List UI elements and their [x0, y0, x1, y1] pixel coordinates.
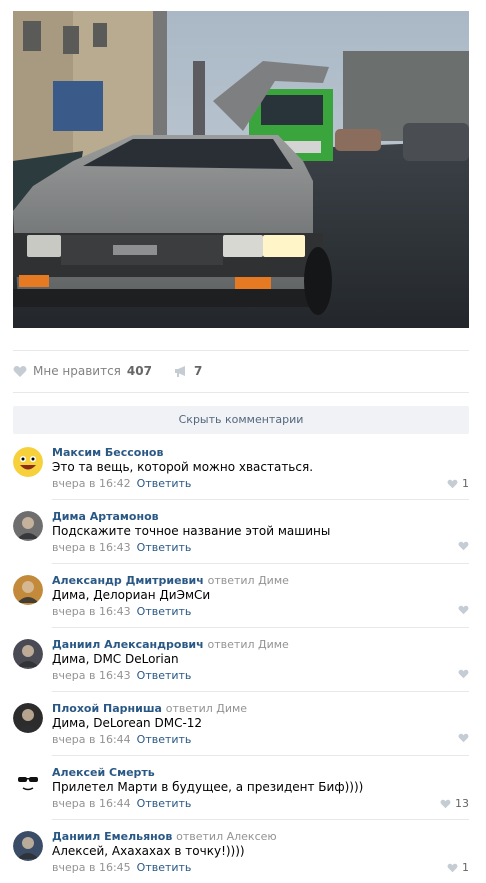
comment-item: Дима Артамонов Подскажите точное название… [13, 499, 469, 563]
comment-meta: вчера в 16:43 Ответить [52, 669, 191, 682]
comment-text: Прилетел Марти в будущее, а президент Би… [52, 780, 364, 794]
comment-meta: вчера в 16:44 Ответить [52, 797, 191, 810]
comment-time[interactable]: вчера в 16:45 [52, 861, 131, 874]
comment-item: Даниил Александрович ответил Диме Дима, D… [13, 627, 469, 691]
comment-text: Дима, Делориан ДиЭмСи [52, 588, 211, 602]
author-name[interactable]: Даниил Александрович [52, 638, 204, 651]
comment-time[interactable]: вчера в 16:42 [52, 477, 131, 490]
comment-author[interactable]: Даниил Александрович ответил Диме [52, 638, 289, 651]
post-photo[interactable] [13, 11, 469, 328]
comment-time[interactable]: вчера в 16:43 [52, 669, 131, 682]
comment-text: Дима, DeLorean DMC-12 [52, 716, 203, 730]
comment-like-button[interactable] [458, 541, 469, 551]
comment-item: Даниил Емельянов ответил Алексею Алексей,… [13, 819, 469, 883]
comment-text: Подскажите точное название этой машины [52, 524, 331, 538]
reply-button[interactable]: Ответить [137, 669, 192, 682]
comment-time[interactable]: вчера в 16:43 [52, 605, 131, 618]
reply-button[interactable]: Ответить [137, 605, 192, 618]
comment-author[interactable]: Алексей Смерть [52, 766, 155, 779]
reply-button[interactable]: Ответить [137, 541, 192, 554]
reply-button[interactable]: Ответить [137, 477, 192, 490]
author-name[interactable]: Алексей Смерть [52, 766, 155, 779]
comment-time[interactable]: вчера в 16:44 [52, 733, 131, 746]
avatar[interactable] [13, 703, 43, 733]
heart-icon [440, 799, 451, 808]
heart-icon [458, 733, 469, 743]
author-name[interactable]: Даниил Емельянов [52, 830, 172, 843]
reply-to-label: ответил Диме [207, 638, 289, 651]
comment-text: Алексей, Ахахахах в точку!)))) [52, 844, 245, 858]
author-name[interactable]: Плохой Парниша [52, 702, 162, 715]
comment-text: Это та вещь, которой можно хвастаться. [52, 460, 314, 474]
comment-meta: вчера в 16:43 Ответить [52, 605, 191, 618]
comment-meta: вчера в 16:43 Ответить [52, 541, 191, 554]
comment-author[interactable]: Плохой Парниша ответил Диме [52, 702, 247, 715]
comment-item: Александр Дмитриевич ответил Диме Дима, Д… [13, 563, 469, 627]
heart-icon [458, 541, 469, 551]
author-name[interactable]: Дима Артамонов [52, 510, 159, 523]
comment-item: Плохой Парниша ответил Диме Дима, DeLorea… [13, 691, 469, 755]
comment-like-button[interactable]: 1 [447, 861, 469, 874]
avatar[interactable] [13, 639, 43, 669]
comment-time[interactable]: вчера в 16:44 [52, 797, 131, 810]
author-name[interactable]: Максим Бессонов [52, 446, 163, 459]
like-label: Мне нравится [33, 364, 121, 378]
reply-button[interactable]: Ответить [137, 797, 192, 810]
comment-like-count: 13 [455, 797, 469, 810]
comment-author[interactable]: Дима Артамонов [52, 510, 159, 523]
comment-like-count: 1 [462, 477, 469, 490]
comment-author[interactable]: Даниил Емельянов ответил Алексею [52, 830, 277, 843]
comment-author[interactable]: Александр Дмитриевич ответил Диме [52, 574, 289, 587]
share-button[interactable]: 7 [174, 364, 202, 378]
comment-meta: вчера в 16:42 Ответить [52, 477, 191, 490]
comment-like-button[interactable]: 1 [447, 477, 469, 490]
comment-meta: вчера в 16:45 Ответить [52, 861, 191, 874]
like-button[interactable]: Мне нравится 407 [13, 364, 152, 378]
comment-item: Максим Бессонов Это та вещь, которой можн… [13, 435, 469, 499]
sunglasses-face-icon[interactable] [13, 767, 43, 797]
reply-button[interactable]: Ответить [137, 861, 192, 874]
like-count: 407 [126, 364, 152, 378]
comment-like-button[interactable] [458, 669, 469, 679]
comment-author[interactable]: Максим Бессонов [52, 446, 163, 459]
comment-text: Дима, DMC DeLorian [52, 652, 179, 666]
comment-like-button[interactable] [458, 733, 469, 743]
heart-icon [458, 669, 469, 679]
heart-icon [458, 605, 469, 615]
comment-like-button[interactable] [458, 605, 469, 615]
avatar[interactable] [13, 511, 43, 541]
reply-button[interactable]: Ответить [137, 733, 192, 746]
avatar[interactable] [13, 575, 43, 605]
megaphone-icon [174, 365, 185, 377]
share-count: 7 [193, 364, 203, 378]
heart-icon [447, 863, 458, 872]
comment-item: Алексей Смерть Прилетел Марти в будущее, … [13, 755, 469, 819]
comment-meta: вчера в 16:44 Ответить [52, 733, 191, 746]
comment-time[interactable]: вчера в 16:43 [52, 541, 131, 554]
reply-to-label: ответил Алексею [176, 830, 277, 843]
avatar[interactable] [13, 831, 43, 861]
heart-icon [447, 479, 458, 488]
reply-to-label: ответил Диме [207, 574, 289, 587]
smiley-face-icon[interactable] [13, 447, 43, 477]
reply-to-label: ответил Диме [165, 702, 248, 715]
divider [13, 392, 469, 393]
heart-icon [13, 365, 27, 377]
comment-like-count: 1 [462, 861, 469, 874]
divider [13, 350, 469, 351]
post-actions: Мне нравится 407 7 [13, 362, 224, 380]
author-name[interactable]: Александр Дмитриевич [52, 574, 204, 587]
hide-comments-button[interactable]: Скрыть комментарии [13, 406, 469, 434]
comment-like-button[interactable]: 13 [440, 797, 469, 810]
